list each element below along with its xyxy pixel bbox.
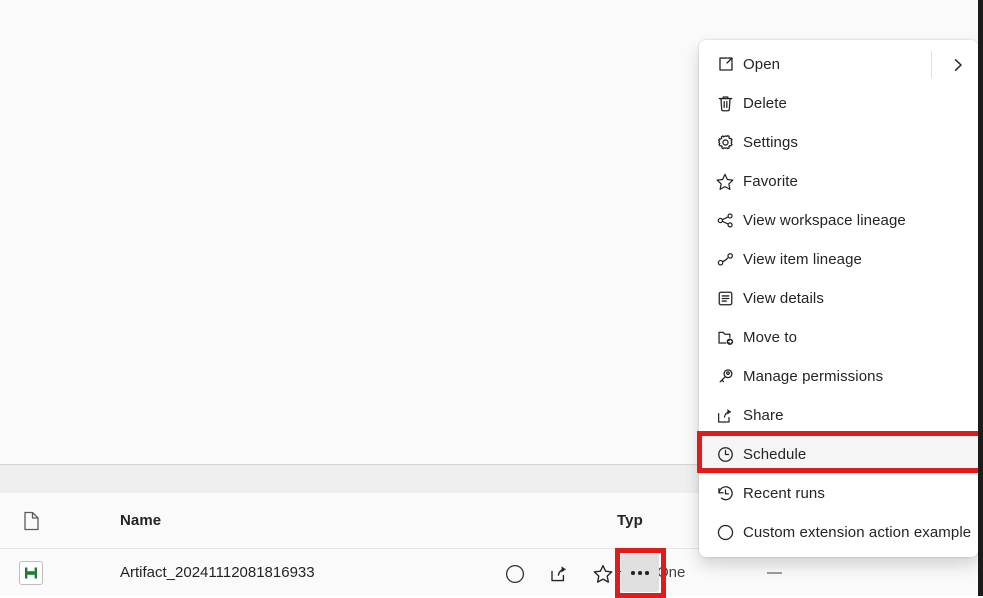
context-menu: Open Delete Settings Favorite View works… [699,40,978,557]
open-external-icon [707,55,743,74]
menu-item-favorite[interactable]: Favorite [699,162,978,201]
menu-item-open[interactable]: Open [699,45,978,84]
clock-icon [707,445,743,464]
row-name-label: Artifact_20241112081816933 [120,563,315,581]
window-right-edge [978,0,983,596]
trash-icon [707,94,743,113]
more-actions-button[interactable] [621,554,659,592]
menu-item-open-label: Open [743,56,781,73]
menu-item-settings-label: Settings [743,134,798,151]
menu-item-share[interactable]: Share [699,396,978,435]
menu-item-share-label: Share [743,407,784,424]
item-lineage-icon [707,250,743,269]
menu-item-view-details-label: View details [743,290,824,307]
menu-item-view-details[interactable]: View details [699,279,978,318]
column-header-icon[interactable] [0,511,62,531]
circle-icon[interactable] [500,559,530,589]
app-canvas: Name Typ Artifact_20241112081816933 — Op… [0,0,983,598]
workspace-lineage-icon [707,211,743,230]
share-icon[interactable] [544,559,574,589]
menu-item-view-item-lineage-label: View item lineage [743,251,862,268]
folder-move-icon [707,328,743,347]
menu-item-view-workspace-lineage-label: View workspace lineage [743,212,906,229]
menu-item-recent-runs-label: Recent runs [743,485,825,502]
circle-icon [707,523,743,542]
history-icon [707,484,743,503]
menu-item-custom-extension-action-example[interactable]: Custom extension action example [699,513,978,552]
document-icon [23,511,40,531]
menu-item-schedule-label: Schedule [743,446,807,463]
menu-item-view-item-lineage[interactable]: View item lineage [699,240,978,279]
menu-item-favorite-label: Favorite [743,173,798,190]
menu-item-manage-permissions-label: Manage permissions [743,368,884,385]
menu-item-delete[interactable]: Delete [699,84,978,123]
row-refresh-label: — [767,563,782,581]
menu-item-open-divider [931,51,932,78]
menu-item-manage-permissions[interactable]: Manage permissions [699,357,978,396]
menu-item-move-to-label: Move to [743,329,798,346]
gear-icon [707,133,743,152]
menu-item-custom-extension-action-example-label: Custom extension action example [743,524,972,541]
chevron-right-icon[interactable] [950,45,966,84]
menu-item-recent-runs[interactable]: Recent runs [699,474,978,513]
artifact-green-icon [19,560,43,585]
share-icon [707,406,743,426]
column-header-type-label: Typ [617,511,643,529]
row-type-icon-cell [0,560,62,585]
column-header-name-label: Name [120,511,162,529]
menu-item-settings[interactable]: Settings [699,123,978,162]
star-icon [707,172,743,192]
more-actions-icon [631,571,649,575]
favorite-star-icon[interactable] [588,559,618,589]
details-panel-icon [707,289,743,308]
row-refresh-cell: — [767,564,897,582]
menu-item-view-workspace-lineage[interactable]: View workspace lineage [699,201,978,240]
row-action-icons [500,552,618,596]
column-header-name[interactable]: Name [62,512,617,530]
menu-item-schedule[interactable]: Schedule [699,435,978,474]
key-icon [707,367,743,386]
menu-item-move-to[interactable]: Move to [699,318,978,357]
menu-item-delete-label: Delete [743,95,787,112]
